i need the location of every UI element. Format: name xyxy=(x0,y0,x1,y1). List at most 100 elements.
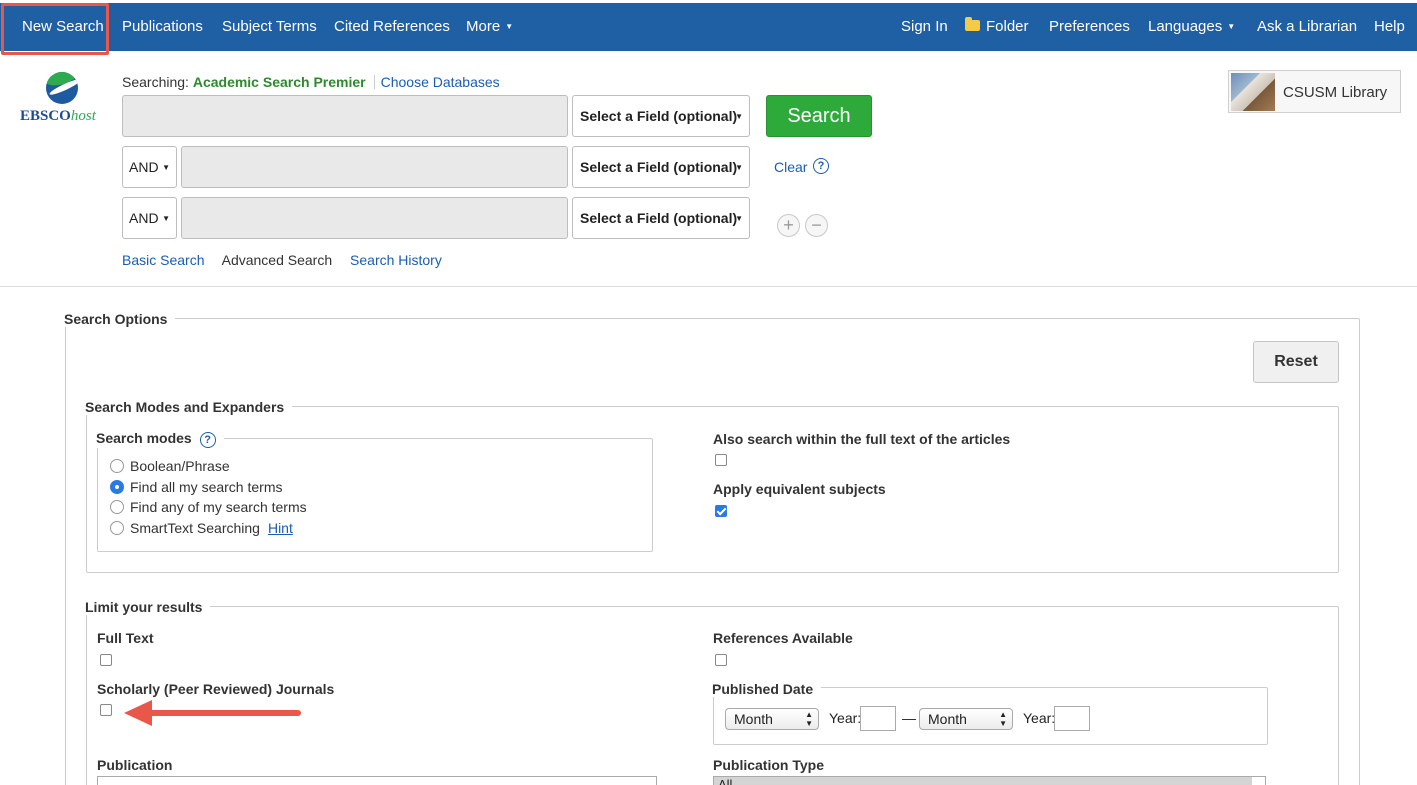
database-name: Academic Search Premier xyxy=(192,74,366,90)
month-select-from[interactable]: Month ▲ ▼ xyxy=(725,708,819,730)
field-select-2[interactable]: Select a Field (optional) ▼ xyxy=(572,146,750,188)
top-nav-bar: New Search Publications Subject Terms Ci… xyxy=(0,3,1417,55)
searching-label: Searching: xyxy=(122,74,189,90)
search-button[interactable]: Search xyxy=(766,95,872,137)
apply-equivalent-label: Apply equivalent subjects xyxy=(713,481,886,497)
bool-select-2[interactable]: AND ▼ xyxy=(122,146,177,188)
ebsco-logo-text: EBSCOhost xyxy=(20,108,96,125)
modes-expanders-title: Search Modes and Expanders xyxy=(85,399,293,415)
bool-select-3[interactable]: AND ▼ xyxy=(122,197,177,239)
search-input-1[interactable] xyxy=(122,95,568,137)
nav-languages[interactable]: Languages ▼ xyxy=(1148,3,1235,51)
year-label: Year: xyxy=(1023,710,1056,726)
month-label: Month xyxy=(734,711,773,727)
nav-folder[interactable]: Folder xyxy=(965,3,1029,51)
caret-down-icon: ▼ xyxy=(735,112,743,121)
radio-icon xyxy=(110,500,124,514)
references-label: References Available xyxy=(713,630,853,646)
publication-type-option[interactable]: All xyxy=(714,777,1252,785)
reset-button[interactable]: Reset xyxy=(1253,341,1339,383)
nav-new-search[interactable]: New Search xyxy=(22,3,104,51)
year-input-from[interactable] xyxy=(860,706,896,731)
nav-publications[interactable]: Publications xyxy=(122,3,203,51)
apply-equivalent-checkbox[interactable] xyxy=(715,505,727,517)
full-text-checkbox[interactable] xyxy=(100,654,112,666)
library-building-image xyxy=(1231,73,1275,111)
nav-languages-label: Languages xyxy=(1148,18,1223,35)
choose-databases-link[interactable]: Choose Databases xyxy=(381,74,500,90)
field-select-label: Select a Field (optional) xyxy=(580,159,738,175)
radio-find-any[interactable]: Find any of my search terms xyxy=(110,499,307,515)
ebsco-logo[interactable]: EBSCOhost xyxy=(20,70,110,130)
updown-icon: ▲ ▼ xyxy=(805,710,813,728)
help-icon[interactable]: ? xyxy=(199,432,216,448)
published-date-title: Published Date xyxy=(712,681,822,697)
also-search-label: Also search within the full text of the … xyxy=(713,431,1011,447)
add-row-icon[interactable]: + xyxy=(777,214,800,237)
full-text-label: Full Text xyxy=(97,630,154,646)
radio-find-all[interactable]: Find all my search terms xyxy=(110,479,282,495)
logo-brand: EBSCO xyxy=(20,108,71,124)
caret-down-icon: ▼ xyxy=(162,214,170,223)
scholarly-label: Scholarly (Peer Reviewed) Journals xyxy=(97,681,335,697)
divider xyxy=(0,286,1417,287)
publication-type-list[interactable]: All xyxy=(713,776,1266,785)
radio-icon xyxy=(110,459,124,473)
field-select-3[interactable]: Select a Field (optional) ▼ xyxy=(572,197,750,239)
radio-label: SmartText Searching xyxy=(130,520,260,536)
search-history-link[interactable]: Search History xyxy=(350,252,442,268)
search-input-2[interactable] xyxy=(181,146,568,188)
references-checkbox[interactable] xyxy=(715,654,727,666)
nav-help[interactable]: Help xyxy=(1374,3,1405,51)
publication-label: Publication xyxy=(97,757,173,773)
library-name: CSUSM Library xyxy=(1283,84,1388,101)
month-select-to[interactable]: Month ▲ ▼ xyxy=(919,708,1013,730)
month-label: Month xyxy=(928,711,967,727)
logo-host: host xyxy=(70,108,96,124)
nav-sign-in[interactable]: Sign In xyxy=(901,3,948,51)
library-badge[interactable]: CSUSM Library xyxy=(1228,70,1401,113)
scholarly-checkbox[interactable] xyxy=(100,704,112,716)
radio-icon xyxy=(110,521,124,535)
year-input-to[interactable] xyxy=(1054,706,1090,731)
search-options-title: Search Options xyxy=(64,311,176,327)
caret-down-icon: ▼ xyxy=(162,163,170,172)
radio-smarttext[interactable]: SmartText Searching Hint xyxy=(110,520,293,536)
nav-ask-librarian[interactable]: Ask a Librarian xyxy=(1257,3,1357,51)
folder-icon xyxy=(965,17,980,31)
searching-line: Searching: Academic Search Premier Choose… xyxy=(122,73,500,90)
bool-label: AND xyxy=(129,210,159,226)
field-select-label: Select a Field (optional) xyxy=(580,108,738,124)
radio-boolean-phrase[interactable]: Boolean/Phrase xyxy=(110,458,230,474)
nav-subject-terms[interactable]: Subject Terms xyxy=(222,3,317,51)
limits-title: Limit your results xyxy=(85,599,211,615)
radio-checked-icon xyxy=(110,480,124,494)
search-mode-links: Basic Search Advanced Search Search Hist… xyxy=(122,252,456,268)
bool-label: AND xyxy=(129,159,159,175)
basic-search-link[interactable]: Basic Search xyxy=(122,252,204,268)
hint-link[interactable]: Hint xyxy=(268,520,293,536)
caret-down-icon: ▼ xyxy=(735,163,743,172)
nav-more[interactable]: More ▼ xyxy=(466,3,513,51)
also-search-checkbox[interactable] xyxy=(715,454,727,466)
separator xyxy=(373,75,375,89)
radio-label: Find all my search terms xyxy=(130,479,283,495)
help-icon[interactable]: ? xyxy=(813,158,829,174)
year-label: Year: xyxy=(829,710,862,726)
remove-row-icon[interactable]: − xyxy=(805,214,828,237)
caret-down-icon: ▼ xyxy=(735,214,743,223)
caret-down-icon: ▼ xyxy=(505,22,514,31)
nav-more-label: More xyxy=(466,18,501,35)
search-input-3[interactable] xyxy=(181,197,568,239)
caret-down-icon: ▼ xyxy=(1227,22,1236,31)
search-modes-legend: Search modes ? xyxy=(96,430,224,448)
date-range-dash: — xyxy=(902,710,916,726)
nav-cited-references[interactable]: Cited References xyxy=(334,3,450,51)
radio-label: Find any of my search terms xyxy=(130,499,307,515)
clear-link[interactable]: Clear xyxy=(774,159,807,175)
publication-input[interactable] xyxy=(97,776,657,785)
field-select-1[interactable]: Select a Field (optional) ▼ xyxy=(572,95,750,137)
nav-preferences[interactable]: Preferences xyxy=(1049,3,1130,51)
advanced-search-label: Advanced Search xyxy=(221,252,333,268)
ebsco-globe-icon xyxy=(46,72,78,104)
